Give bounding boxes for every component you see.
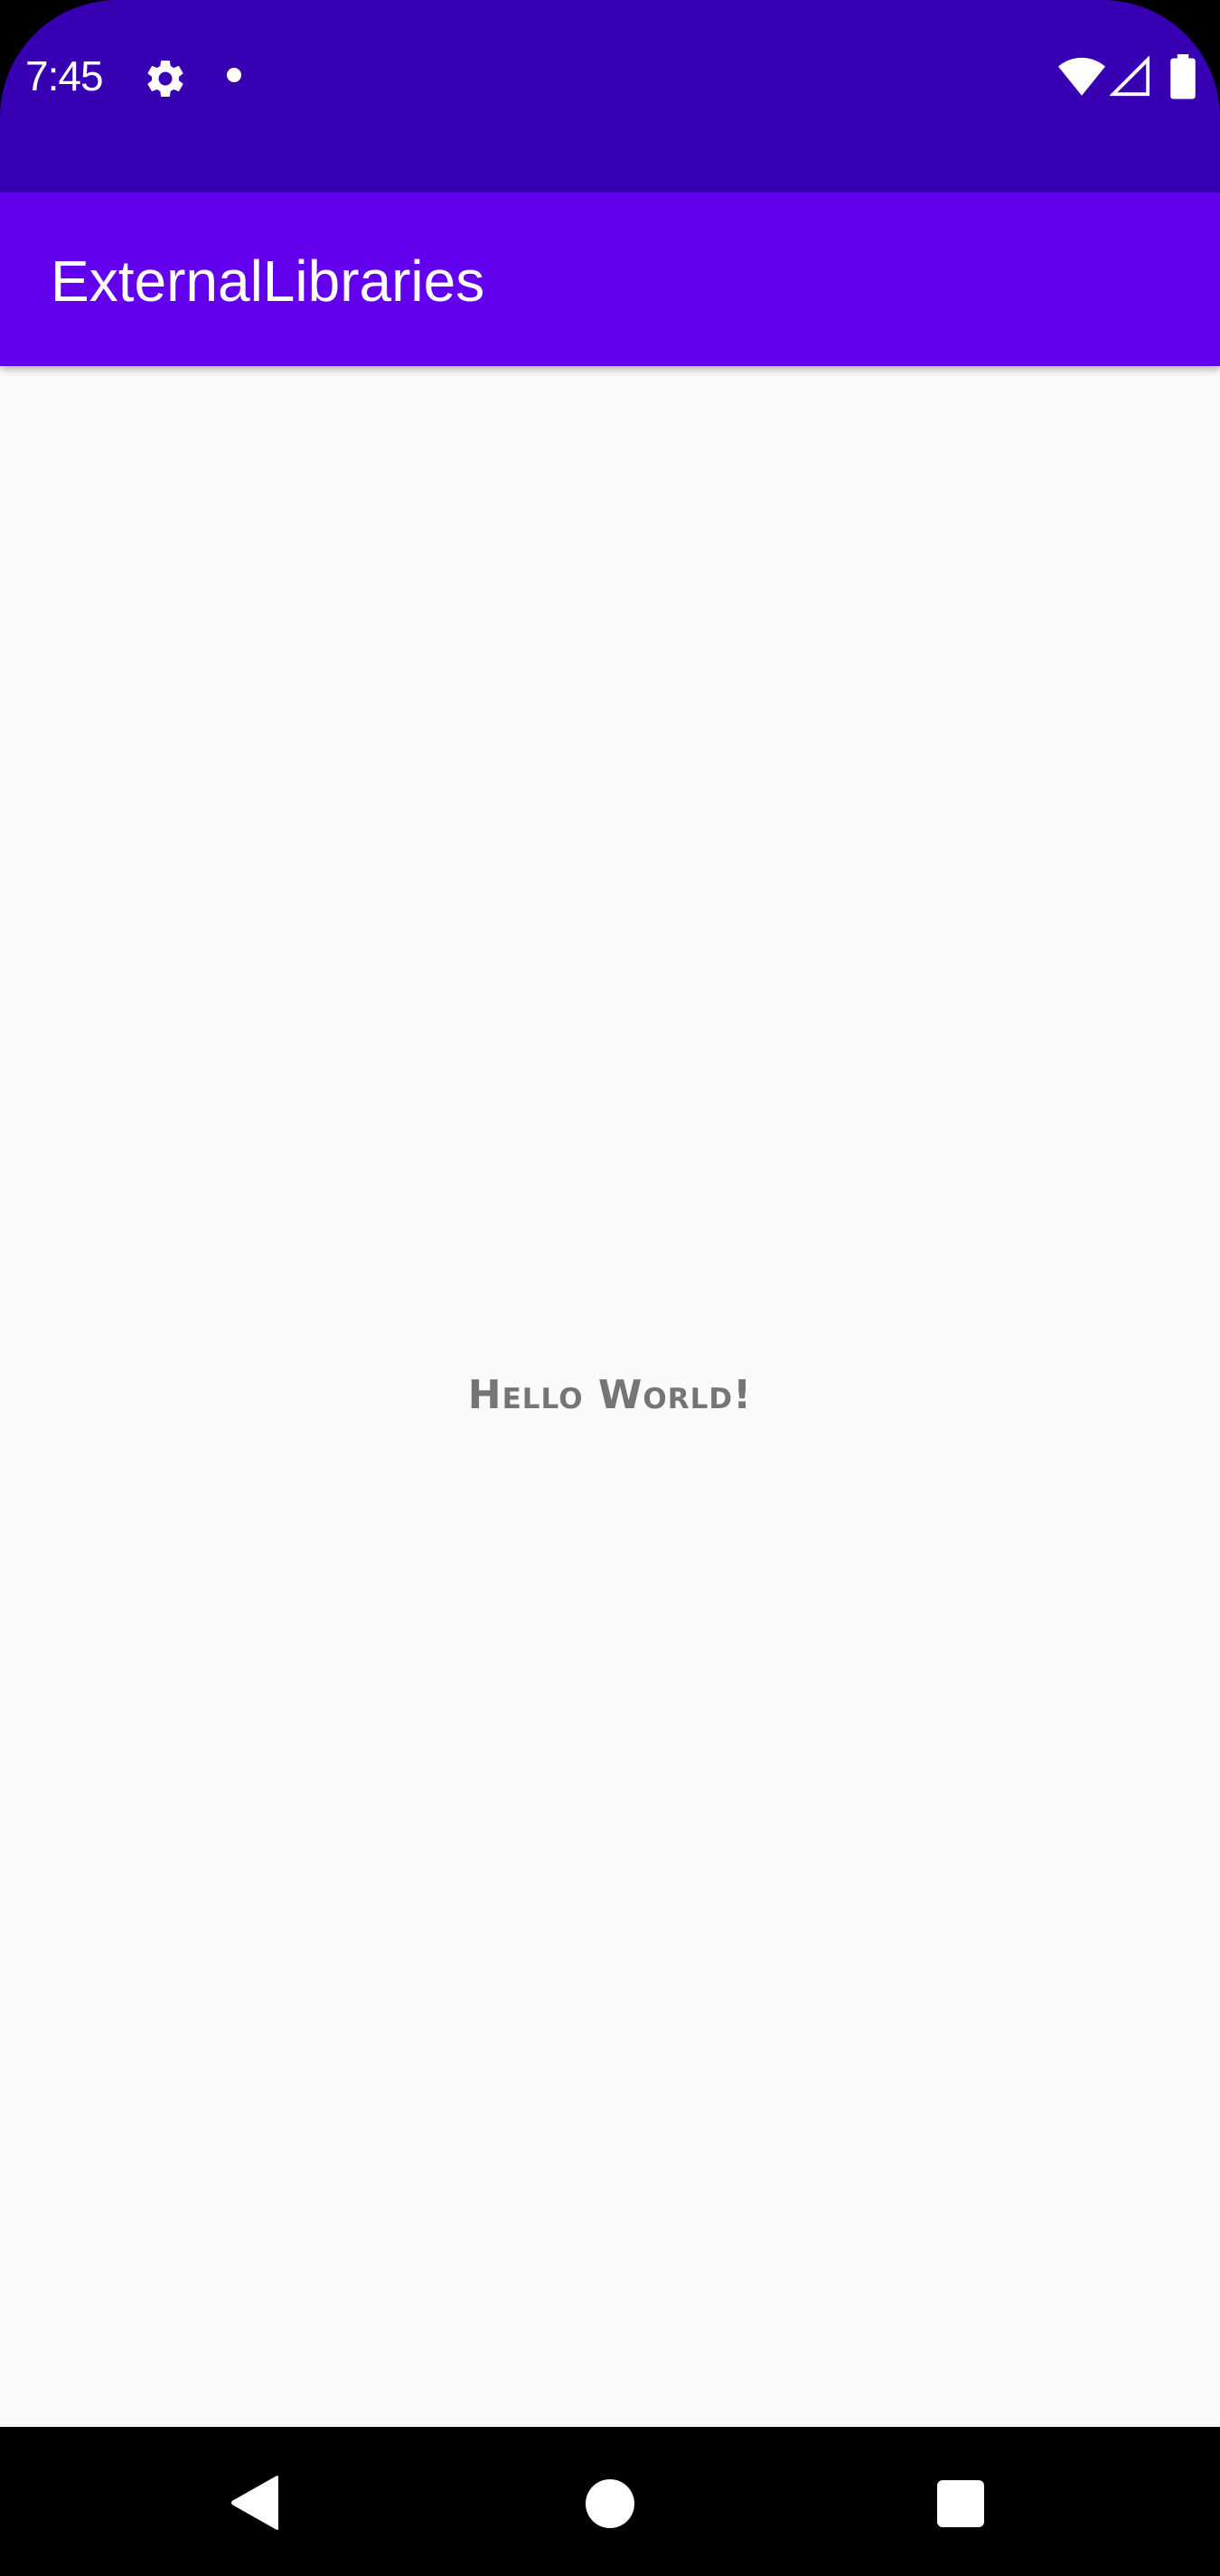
home-icon[interactable] <box>586 2479 634 2528</box>
app-bar: ExternalLibraries <box>0 193 1220 366</box>
battery-icon <box>1170 54 1196 99</box>
back-icon[interactable] <box>230 2475 280 2531</box>
gear-icon <box>147 60 183 97</box>
hello-world-text: Hello World! <box>467 1372 753 1418</box>
recents-icon[interactable] <box>937 2480 984 2527</box>
wifi-icon <box>1058 57 1105 96</box>
main-content: Hello World! <box>0 366 1220 2427</box>
navigation-bar <box>0 2427 1220 2576</box>
status-bar: 7:45 <box>0 0 1220 193</box>
device-screen: 7:45 ExternalLibraries Hello World! <box>0 0 1220 2576</box>
notification-dot-icon <box>227 68 241 82</box>
app-title: ExternalLibraries <box>51 249 485 314</box>
status-time: 7:45 <box>25 52 104 99</box>
cell-signal-icon <box>1110 56 1150 97</box>
